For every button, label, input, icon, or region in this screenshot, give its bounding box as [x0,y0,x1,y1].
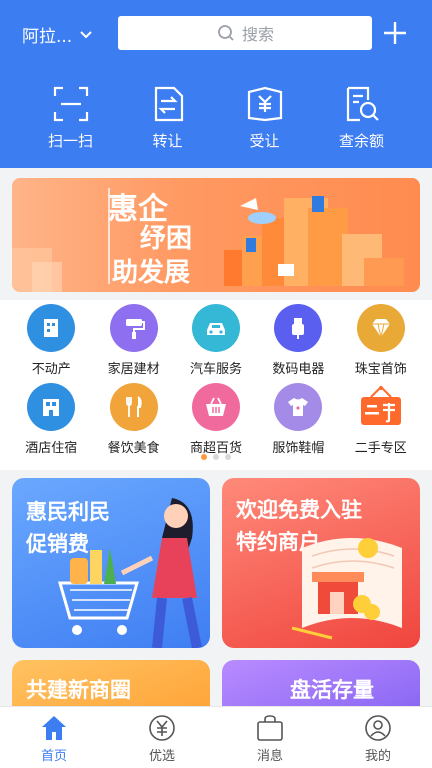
header: 阿拉... 搜索 扫一扫 转让 受让 查余额 [0,0,432,168]
page-dot-active [201,454,207,460]
banner-title-2: 纾困 [140,224,193,254]
category-label: 汽车服务 [189,362,242,377]
storefront-illustration [291,538,402,640]
category-label: 家居建材 [107,362,160,377]
scan-icon [53,86,88,122]
tab-home[interactable]: 首页 [0,707,108,768]
scan-button[interactable]: 扫一扫 [36,84,106,154]
shopping-cart-illustration [58,498,202,648]
bottom-tab-bar: 首页 优选 消息 我的 [0,706,432,768]
category-digital[interactable]: 数码电器 [257,304,339,377]
paint-roller-icon [109,304,158,352]
receive-icon [247,86,282,122]
category-home-building[interactable]: 家居建材 [92,304,174,377]
check-balance-label: 查余额 [338,132,384,150]
search-input[interactable]: 搜索 [118,16,372,50]
plus-icon[interactable] [380,18,410,48]
promo-title: 共建新商圈 [26,678,131,702]
location-label: 阿拉... [22,27,73,47]
banner-illustration [12,188,404,292]
tab-preferred[interactable]: 优选 [108,707,216,768]
check-balance-button[interactable]: 查余额 [327,84,397,154]
chevron-down-icon [80,30,92,38]
receive-label: 受让 [249,132,280,150]
category-label: 数码电器 [272,362,325,377]
yuan-coin-icon [149,715,175,741]
transfer-icon [154,86,183,122]
bag-icon [257,715,283,741]
promo-card-consumption[interactable]: 惠民利民 促销费 [12,478,210,648]
category-supermarket[interactable]: 商超百货 [175,383,257,456]
promo-card-merchant[interactable]: 欢迎免费入驻 特约商户 [222,478,420,648]
tshirt-icon [274,383,323,431]
location-selector[interactable]: 阿拉... [22,22,94,47]
category-jewelry[interactable]: 珠宝首饰 [340,304,422,377]
category-real-estate[interactable]: 不动产 [10,304,92,377]
car-icon [191,304,240,352]
scan-label: 扫一扫 [47,132,93,150]
tab-label: 首页 [40,749,67,764]
home-icon [42,716,66,740]
category-label: 珠宝首饰 [354,362,407,377]
category-car-service[interactable]: 汽车服务 [175,304,257,377]
page-indicator [0,454,432,460]
promo-title: 盘活存量 [290,678,374,702]
usb-icon [274,304,323,352]
hotel-icon [27,383,76,431]
category-apparel[interactable]: 服饰鞋帽 [257,383,339,456]
page-dot [213,454,219,460]
tab-profile[interactable]: 我的 [324,707,432,768]
fork-knife-icon [109,383,158,431]
quick-actions: 扫一扫 转让 受让 查余额 [0,84,432,154]
category-label: 不动产 [31,362,71,377]
category-hotel[interactable]: 酒店住宿 [10,383,92,456]
promo-banner[interactable]: 惠企 纾困 助发展 [12,178,420,292]
transfer-button[interactable]: 转让 [133,84,203,154]
banner-title-3: 助发展 [112,258,191,288]
category-grid: 不动产 家居建材 汽车服务 数码电器 珠宝首饰 酒店住宿 餐饮美食 商超百货 服… [0,300,432,470]
diamond-icon [356,304,405,352]
receive-button[interactable]: 受让 [230,84,300,154]
basket-icon [191,383,240,431]
check-balance-icon [346,86,379,122]
tab-messages[interactable]: 消息 [216,707,324,768]
top-bar: 阿拉... 搜索 [0,16,432,52]
user-icon [365,715,391,741]
search-icon [218,25,234,41]
tab-label: 我的 [364,749,391,764]
transfer-label: 转让 [152,132,183,150]
tab-label: 消息 [256,749,283,764]
category-food[interactable]: 餐饮美食 [92,383,174,456]
secondhand-tag-icon [357,383,405,431]
tab-label: 优选 [148,749,175,764]
building-icon [27,304,76,352]
search-placeholder: 搜索 [241,25,274,44]
page-dot [225,454,231,460]
category-secondhand[interactable]: 二手专区 [340,383,422,456]
